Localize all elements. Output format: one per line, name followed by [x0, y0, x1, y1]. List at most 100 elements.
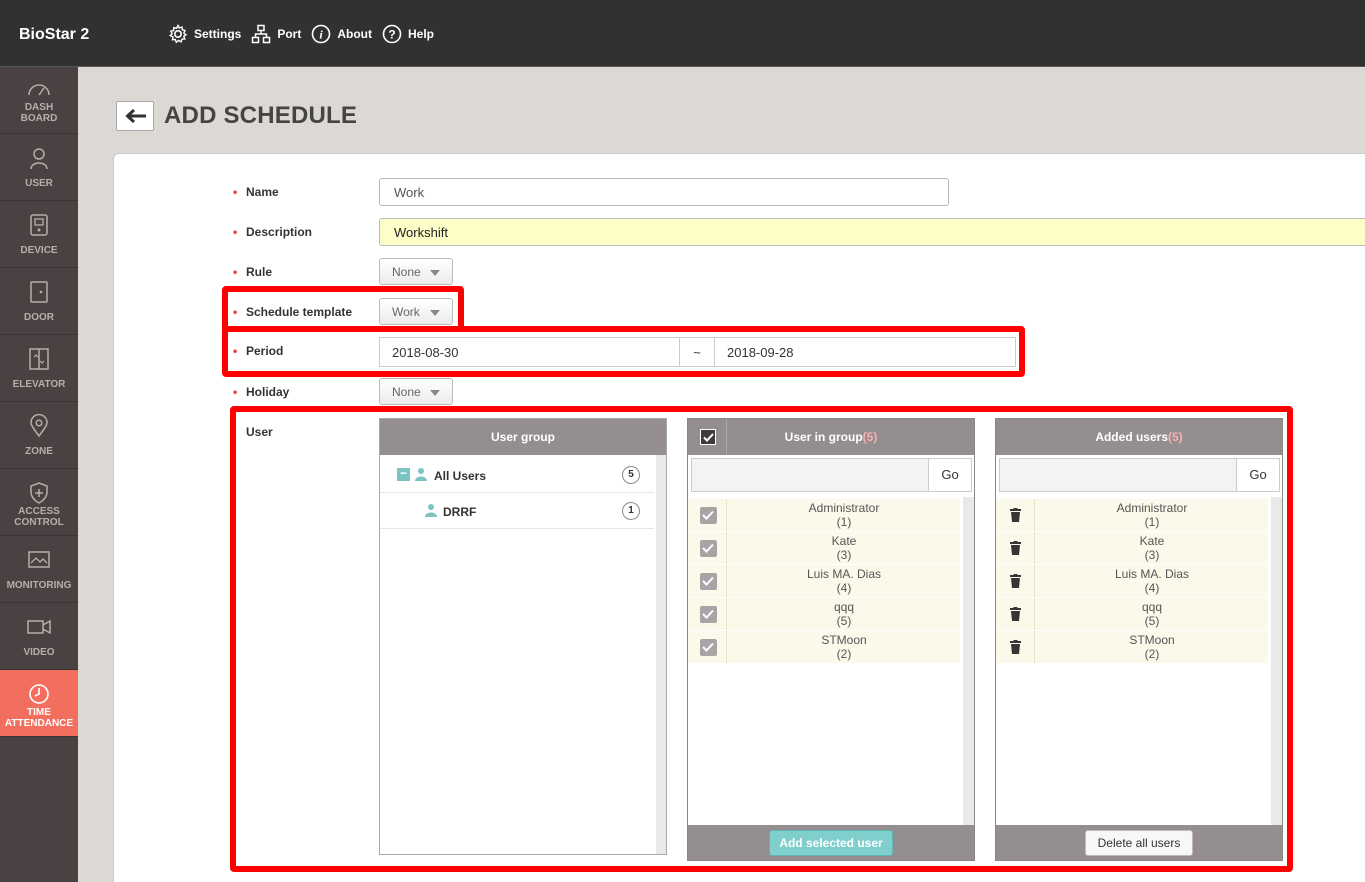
row-checkbox[interactable] — [700, 507, 717, 524]
sidebar-label: BOARD — [20, 113, 58, 124]
row-checkbox[interactable] — [700, 573, 717, 590]
row-checkbox[interactable] — [700, 606, 717, 623]
scrollbar[interactable] — [963, 497, 974, 825]
user-id: (2) — [1144, 647, 1160, 661]
sidebar-item-door[interactable]: DOOR — [0, 268, 78, 335]
list-item: STMoon (2) — [996, 631, 1268, 664]
trash-icon[interactable] — [1010, 640, 1021, 654]
user-name: STMoon (2) — [728, 633, 960, 661]
period-start-input[interactable]: 2018-08-30 — [379, 337, 680, 367]
period-end-input[interactable]: 2018-09-28 — [714, 337, 1016, 367]
holiday-label: Holiday — [246, 385, 290, 399]
top-bar: BioStar 2 Settings Port i About ? Help — [0, 0, 1365, 67]
about-link[interactable]: i About — [311, 24, 372, 44]
checkbox-cell — [688, 631, 727, 663]
list-item[interactable]: Administrator (1) — [688, 499, 960, 532]
row-checkbox[interactable] — [700, 639, 717, 656]
back-button[interactable] — [116, 101, 154, 131]
video-icon — [27, 619, 51, 635]
sidebar-label: ACCESS — [18, 506, 60, 517]
row-checkbox[interactable] — [700, 540, 717, 557]
description-input[interactable] — [379, 218, 1365, 246]
add-selected-user-button[interactable]: Add selected user — [769, 830, 893, 856]
check-icon — [702, 510, 714, 520]
required-mark: • — [233, 385, 238, 399]
tree-item-drrf[interactable]: DRRF 1 — [380, 493, 654, 529]
tree-label: All Users — [434, 469, 487, 483]
user-id: (5) — [836, 614, 852, 628]
list-item[interactable]: STMoon (2) — [688, 631, 960, 664]
help-icon: ? — [382, 24, 402, 44]
user-label: User — [246, 425, 273, 439]
list-item[interactable]: qqq (5) — [688, 598, 960, 631]
list-item: Administrator (1) — [996, 499, 1268, 532]
tree-item-all-users[interactable]: − All Users 5 — [380, 457, 654, 493]
list-item: Luis MA. Dias (4) — [996, 565, 1268, 598]
select-all-cell — [688, 419, 727, 455]
scrollbar[interactable] — [656, 455, 666, 854]
user-name: Luis MA. Dias (4) — [728, 567, 960, 595]
check-icon — [703, 433, 714, 442]
rule-value: None — [392, 265, 421, 279]
sidebar-item-monitoring[interactable]: MONITORING — [0, 536, 78, 603]
sidebar-item-elevator[interactable]: ELEVATOR — [0, 335, 78, 402]
checkbox-cell — [688, 565, 727, 597]
required-mark: • — [233, 225, 238, 239]
trash-icon[interactable] — [1010, 541, 1021, 555]
help-link[interactable]: ? Help — [382, 24, 434, 44]
zone-icon — [30, 414, 48, 438]
added-users-title: Added users — [1095, 430, 1168, 444]
user-name: Luis MA. Dias (4) — [1036, 567, 1268, 595]
list-item[interactable]: Kate (3) — [688, 532, 960, 565]
select-all-checkbox[interactable] — [700, 429, 716, 445]
name-input[interactable] — [379, 178, 949, 206]
top-nav: Settings Port i About ? Help — [168, 24, 444, 44]
go-button[interactable]: Go — [928, 458, 972, 492]
user-id: (1) — [836, 515, 852, 529]
schedule-template-label: Schedule template — [246, 305, 353, 319]
search-input[interactable] — [999, 458, 1237, 492]
list-item[interactable]: Luis MA. Dias (4) — [688, 565, 960, 598]
delete-all-users-button[interactable]: Delete all users — [1085, 830, 1193, 856]
monitoring-icon — [28, 551, 50, 568]
sidebar-label: ELEVATOR — [12, 379, 66, 390]
schedule-template-dropdown[interactable]: Work — [379, 298, 453, 325]
sidebar-item-device[interactable]: DEVICE — [0, 201, 78, 268]
trash-icon[interactable] — [1010, 574, 1021, 588]
user-id: (1) — [1144, 515, 1160, 529]
sidebar-label: ATTENDANCE — [4, 718, 74, 729]
sidebar-item-user[interactable]: USER — [0, 134, 78, 201]
user-in-group-count: (5) — [862, 430, 878, 444]
elevator-icon — [29, 348, 49, 370]
name-label: Name — [246, 185, 279, 199]
user-name: STMoon (2) — [1036, 633, 1268, 661]
port-link[interactable]: Port — [251, 24, 301, 44]
sidebar-item-zone[interactable]: ZONE — [0, 402, 78, 469]
list-item: Kate (3) — [996, 532, 1268, 565]
caret-down-icon — [430, 390, 440, 396]
sidebar-item-access-control[interactable]: ACCESS CONTROL — [0, 469, 78, 536]
search-input[interactable] — [691, 458, 929, 492]
go-button[interactable]: Go — [1236, 458, 1280, 492]
user-name-text: STMoon — [821, 633, 867, 647]
sidebar-item-time-attendance[interactable]: TIME ATTENDANCE — [0, 670, 78, 737]
user-id: (3) — [1144, 548, 1160, 562]
delete-cell — [996, 565, 1035, 597]
scrollbar[interactable] — [1271, 497, 1282, 825]
holiday-dropdown[interactable]: None — [379, 378, 453, 405]
svg-text:?: ? — [388, 28, 395, 42]
settings-link[interactable]: Settings — [168, 24, 241, 44]
rule-dropdown[interactable]: None — [379, 258, 453, 285]
sidebar-item-video[interactable]: VIDEO — [0, 603, 78, 670]
user-icon — [415, 468, 427, 481]
user-name-text: Administrator — [1116, 501, 1188, 515]
trash-icon[interactable] — [1010, 508, 1021, 522]
collapse-icon[interactable]: − — [397, 467, 410, 481]
user-id: (3) — [836, 548, 852, 562]
arrow-left-icon — [125, 109, 146, 123]
caret-down-icon — [430, 310, 440, 316]
user-name: Kate (3) — [728, 534, 960, 562]
sidebar-label: VIDEO — [23, 647, 55, 658]
sidebar-item-dashboard[interactable]: DASH BOARD — [0, 67, 78, 134]
trash-icon[interactable] — [1010, 607, 1021, 621]
